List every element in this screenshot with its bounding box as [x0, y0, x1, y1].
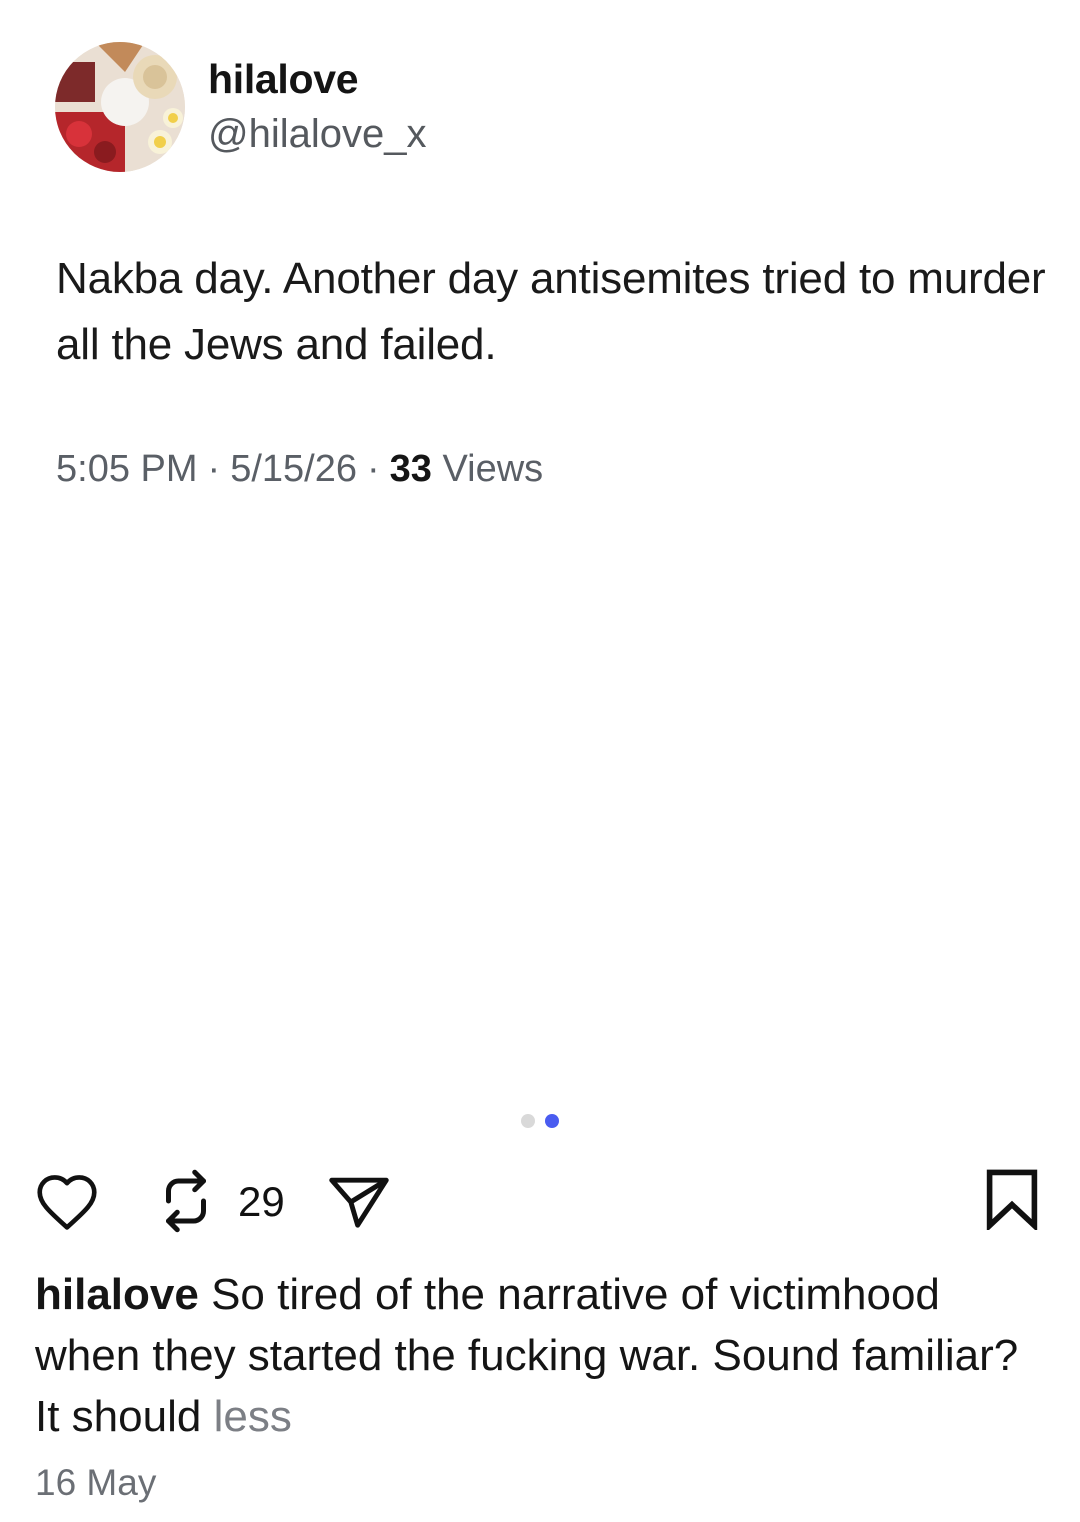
heart-outline-icon[interactable] — [34, 1172, 100, 1232]
meta-separator: · — [207, 448, 221, 490]
tweet-date: 5/15/26 — [230, 448, 357, 490]
tweet-author-avatar — [55, 42, 185, 172]
caption-username[interactable]: hilalove — [35, 1270, 199, 1319]
tweet-text: Nakba day. Another day antisemites tried… — [56, 254, 1046, 369]
post-action-bar: 29 — [0, 1166, 1080, 1238]
post-date: 16 May — [35, 1462, 157, 1503]
carousel-slide[interactable]: hilalove @hilalove_x Nakba day. Another … — [0, 0, 1080, 1100]
post-caption: hilalove So tired of the narrative of vi… — [35, 1264, 1045, 1447]
tweet-views-label: Views — [442, 448, 544, 490]
tweet-meta: 5:05 PM · 5/15/26 · 33 Views — [56, 448, 543, 491]
send-icon[interactable] — [326, 1172, 392, 1232]
tweet-views-count: 33 — [389, 448, 432, 490]
tweet-time: 5:05 PM — [56, 448, 198, 490]
carousel-dot-active[interactable] — [545, 1114, 559, 1128]
bookmark-icon[interactable] — [984, 1168, 1040, 1230]
tweet-author-handle: @hilalove_x — [208, 112, 427, 156]
meta-separator: · — [366, 448, 380, 490]
repost-count: 29 — [238, 1178, 285, 1225]
caption-less-link[interactable]: less — [214, 1392, 292, 1441]
carousel-pagination — [521, 1114, 559, 1128]
carousel-dot[interactable] — [521, 1114, 535, 1128]
tweet-author-name: hilalove — [208, 56, 359, 102]
repost-icon[interactable] — [156, 1166, 216, 1236]
